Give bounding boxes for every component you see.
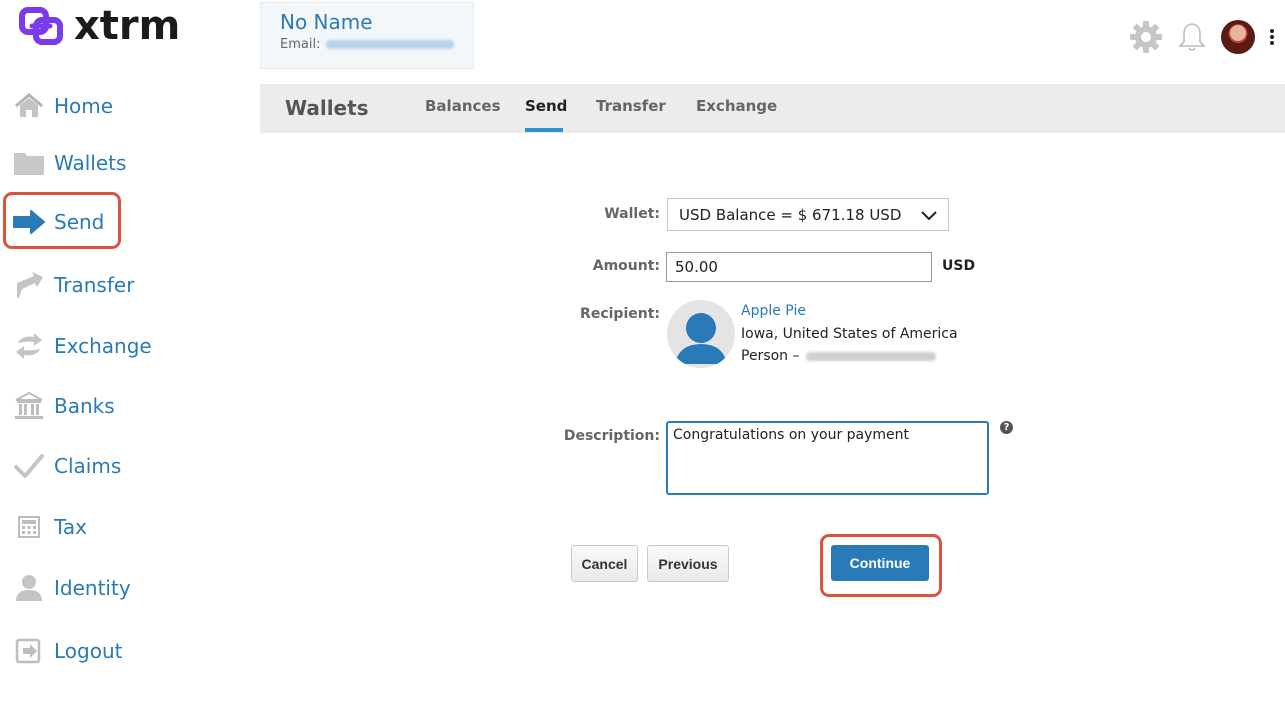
- checkmark-icon: [12, 449, 46, 483]
- sidebar-item-label: Banks: [54, 394, 115, 418]
- recipient-label: Recipient:: [580, 306, 660, 322]
- account-email: Email:: [280, 37, 473, 52]
- sidebar-item-label: Wallets: [54, 151, 127, 175]
- sidebar-item-label: Home: [54, 94, 114, 118]
- sidebar: xtrm Home Wallets Send Transfer Exchange: [0, 0, 240, 728]
- folder-icon: [12, 146, 46, 180]
- sidebar-item-logout[interactable]: Logout: [12, 631, 122, 671]
- logout-icon: [12, 634, 46, 668]
- home-icon: [12, 89, 46, 123]
- tab-transfer[interactable]: Transfer: [596, 97, 666, 115]
- gear-icon[interactable]: [1129, 20, 1163, 54]
- bell-icon[interactable]: [1177, 21, 1207, 53]
- tab-balances[interactable]: Balances: [425, 97, 501, 115]
- continue-button[interactable]: Continue: [831, 545, 929, 581]
- description-textarea[interactable]: Congratulations on your payment: [666, 421, 989, 495]
- sidebar-item-label: Transfer: [54, 273, 135, 297]
- previous-button[interactable]: Previous: [647, 545, 729, 582]
- sidebar-item-identity[interactable]: Identity: [12, 568, 131, 608]
- recipient-email-redacted: [805, 351, 936, 361]
- sidebar-item-send[interactable]: Send: [12, 202, 104, 242]
- header-actions: [1115, 20, 1275, 54]
- kebab-menu-icon[interactable]: [1269, 29, 1275, 45]
- description-label: Description:: [563, 428, 660, 444]
- person-icon: [12, 571, 46, 605]
- amount-unit: USD: [942, 258, 976, 274]
- recipient-location: Iowa, United States of America: [741, 326, 958, 342]
- transfer-icon: [12, 268, 46, 302]
- tab-exchange[interactable]: Exchange: [696, 97, 777, 115]
- sidebar-item-label: Identity: [54, 576, 131, 600]
- amount-input[interactable]: 50.00: [666, 252, 932, 282]
- amount-label: Amount:: [592, 258, 660, 274]
- exchange-icon: [12, 329, 46, 363]
- account-card: No Name Email:: [260, 2, 474, 69]
- recipient-type-label: Person –: [741, 348, 800, 364]
- sidebar-item-label: Claims: [54, 454, 122, 478]
- page-title: Wallets: [285, 96, 369, 120]
- calculator-icon: [12, 510, 46, 544]
- sidebar-item-transfer[interactable]: Transfer: [12, 265, 134, 305]
- send-arrow-icon: [12, 205, 46, 239]
- tab-send[interactable]: Send: [525, 97, 567, 115]
- sidebar-item-exchange[interactable]: Exchange: [12, 326, 152, 366]
- sidebar-item-label: Logout: [54, 639, 123, 663]
- wallet-select-value: USD Balance = $ 671.18 USD: [679, 205, 902, 224]
- wallets-tab-bar: Wallets Balances Send Transfer Exchange: [260, 84, 1285, 133]
- active-tab-indicator: [525, 128, 563, 132]
- help-icon[interactable]: ?: [1000, 421, 1013, 434]
- chevron-down-icon: [920, 208, 938, 226]
- xtrm-logo-icon: [19, 7, 63, 45]
- recipient-type: Person –: [741, 348, 936, 364]
- brand-name: xtrm: [74, 3, 181, 49]
- sidebar-item-label: Send: [54, 210, 105, 234]
- avatar[interactable]: [1221, 20, 1255, 54]
- sidebar-item-label: Tax: [54, 515, 87, 539]
- amount-value: 50.00: [675, 258, 718, 276]
- sidebar-item-tax[interactable]: Tax: [12, 507, 87, 547]
- sidebar-item-claims[interactable]: Claims: [12, 446, 121, 486]
- cancel-button[interactable]: Cancel: [571, 545, 638, 582]
- account-name[interactable]: No Name: [280, 10, 473, 34]
- email-label: Email:: [280, 37, 321, 52]
- recipient-name-link[interactable]: Apple Pie: [741, 303, 806, 319]
- wallet-select[interactable]: USD Balance = $ 671.18 USD: [667, 198, 949, 231]
- sidebar-item-label: Exchange: [54, 334, 152, 358]
- sidebar-item-wallets[interactable]: Wallets: [12, 143, 126, 183]
- xtrm-logo[interactable]: xtrm: [18, 4, 180, 48]
- wallet-label: Wallet:: [604, 206, 660, 222]
- sidebar-item-home[interactable]: Home: [12, 86, 113, 126]
- recipient-avatar: [667, 300, 735, 368]
- sidebar-item-banks[interactable]: Banks: [12, 386, 115, 426]
- email-redacted: [326, 40, 455, 49]
- person-placeholder-icon: [675, 313, 727, 364]
- bank-icon: [12, 389, 46, 423]
